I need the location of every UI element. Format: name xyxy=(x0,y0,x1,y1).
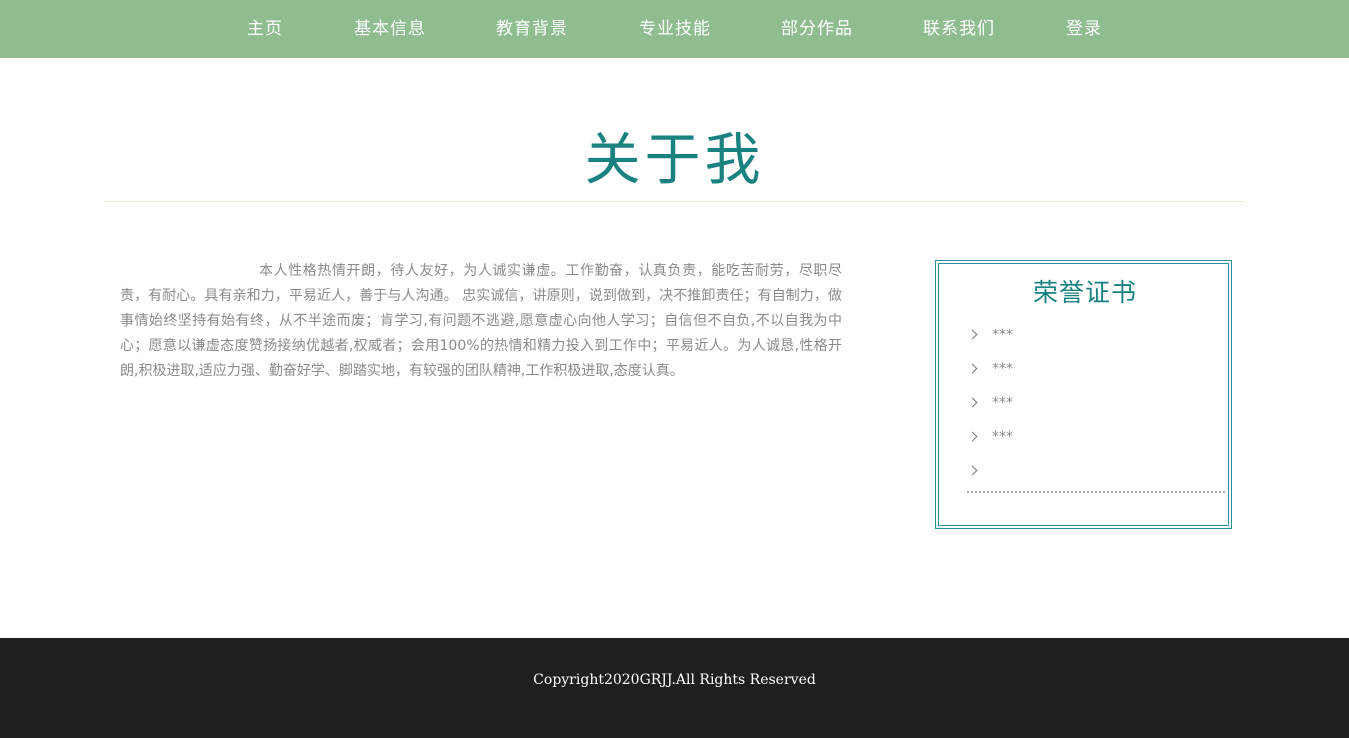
chevron-right-icon xyxy=(967,431,978,442)
nav-item-education[interactable]: 教育背景 xyxy=(496,0,568,58)
nav-item-login[interactable]: 登录 xyxy=(1066,0,1102,58)
nav-item-basic-info[interactable]: 基本信息 xyxy=(354,0,426,58)
honor-item-label: *** xyxy=(992,327,1013,343)
intro-paragraph: 本人性格热情开朗，待人友好，为人诚实谦虚。工作勤奋，认真负责，能吃苦耐劳，尽职尽… xyxy=(120,263,842,379)
honor-item-label: *** xyxy=(992,429,1013,445)
dotted-divider xyxy=(967,491,1225,493)
honor-item-label: *** xyxy=(992,395,1013,411)
chevron-right-icon xyxy=(967,329,978,340)
nav-item-contact[interactable]: 联系我们 xyxy=(923,0,995,58)
honor-panel-title: 荣誉证书 xyxy=(1032,278,1137,307)
honor-certificates-panel: 荣誉证书 *** *** *** *** xyxy=(935,260,1232,529)
honor-item-label: *** xyxy=(992,361,1013,377)
chevron-right-icon xyxy=(967,397,978,408)
nav-item-works[interactable]: 部分作品 xyxy=(781,0,853,58)
honor-panel-inner: 荣誉证书 *** *** *** *** xyxy=(938,263,1229,526)
chevron-right-icon xyxy=(967,363,978,374)
nav-item-home[interactable]: 主页 xyxy=(247,0,283,58)
nav-item-skills[interactable]: 专业技能 xyxy=(639,0,711,58)
title-divider xyxy=(105,201,1245,202)
top-nav-bar: 主页 基本信息 教育背景 专业技能 部分作品 联系我们 登录 xyxy=(0,0,1349,58)
footer: Copyright2020GRJJ.All Rights Reserved xyxy=(0,638,1349,738)
page-title: 关于我 xyxy=(584,128,765,193)
chevron-right-icon xyxy=(967,465,978,476)
copyright-text: Copyright2020GRJJ.All Rights Reserved xyxy=(533,672,816,688)
